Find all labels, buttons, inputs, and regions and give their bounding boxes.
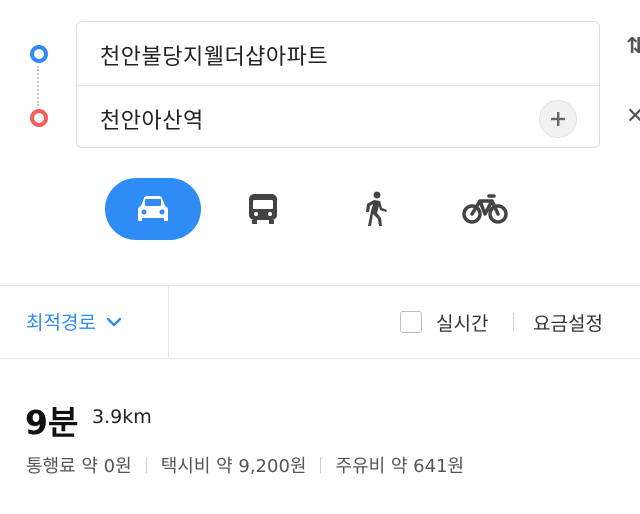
swap-arrows-icon[interactable]: ⇅	[626, 34, 640, 59]
divider	[0, 358, 640, 359]
route-type-dropdown[interactable]: 최적경로	[26, 308, 122, 335]
origin-field[interactable]: 천안불당지웰더샵아파트	[77, 22, 599, 86]
separator	[513, 313, 514, 330]
plus-icon	[551, 112, 565, 126]
origin-marker-icon	[30, 45, 48, 63]
origin-text: 천안불당지웰더샵아파트	[100, 45, 329, 70]
walk-icon	[366, 191, 387, 226]
mode-bus-button[interactable]	[222, 178, 304, 240]
route-time: 9분	[25, 403, 79, 442]
separator	[320, 457, 322, 473]
separator	[145, 457, 147, 473]
toll-cost: 통행료 약 0원	[26, 456, 132, 477]
mode-car-button[interactable]	[105, 178, 201, 240]
destination-field[interactable]: 천안아산역	[77, 86, 599, 149]
mode-walk-button[interactable]	[335, 178, 417, 240]
route-distance: 3.9km	[92, 406, 152, 428]
realtime-checkbox[interactable]	[400, 311, 422, 333]
destination-marker-icon	[30, 109, 48, 127]
divider	[0, 285, 640, 286]
close-icon[interactable]: ✕	[626, 104, 640, 129]
route-input-box: 천안불당지웰더샵아파트 천안아산역	[76, 21, 600, 148]
car-icon	[138, 196, 168, 221]
route-type-label: 최적경로	[26, 312, 96, 334]
fare-setting-button[interactable]: 요금설정	[533, 309, 603, 336]
add-waypoint-button[interactable]	[539, 100, 577, 138]
taxi-cost: 택시비 약 9,200원	[160, 456, 307, 477]
fuel-cost: 주유비 약 641원	[335, 456, 465, 477]
chevron-down-icon	[106, 317, 122, 326]
mode-bike-button[interactable]	[444, 178, 526, 240]
bus-icon	[249, 194, 277, 224]
realtime-label[interactable]: 실시간	[436, 309, 488, 336]
bicycle-icon	[462, 194, 508, 224]
route-connector	[37, 66, 39, 106]
destination-text: 천안아산역	[100, 109, 204, 134]
divider	[168, 286, 169, 358]
route-costs: 통행료 약 0원 택시비 약 9,200원 주유비 약 641원	[26, 452, 464, 478]
